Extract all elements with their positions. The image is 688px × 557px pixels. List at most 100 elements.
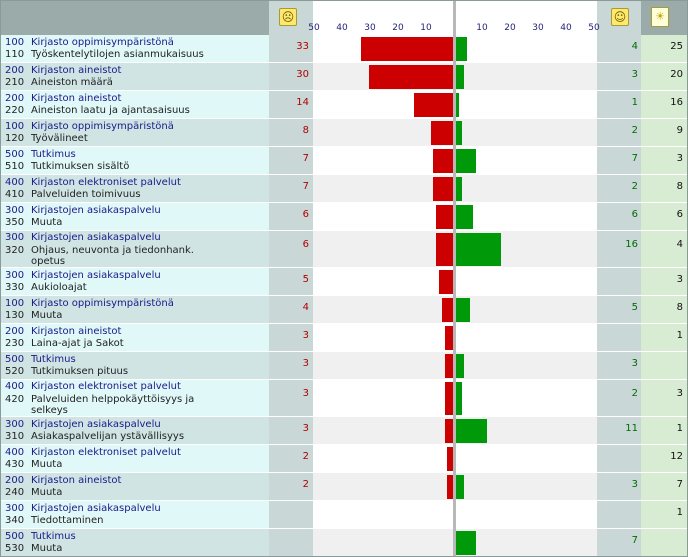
positive-count: 4 <box>597 35 641 63</box>
row-label: 300 Kirjastojen asiakaspalvelu 350 Muuta <box>1 203 269 231</box>
negative-count: 30 <box>269 63 313 91</box>
chart-row: 500 Tutkimus 520 Tutkimuksen pituus 3 3 <box>1 352 687 380</box>
chart-row: 200 Kirjaston aineistot 210 Aineiston määrä… <box>1 63 687 91</box>
category-code: 400 <box>5 447 25 458</box>
positive-bar <box>456 93 459 117</box>
subcategory-name: Aukioloajat <box>31 282 87 293</box>
axis-tick-label: 20 <box>392 23 404 33</box>
negative-count: 33 <box>269 35 313 63</box>
row-label: 500 Tutkimus 510 Tutkimuksen sisältö <box>1 147 269 175</box>
negative-count: 3 <box>269 380 313 417</box>
subcategory-line: 210 Aineiston määrä <box>5 77 113 88</box>
axis-tick-label: 10 <box>476 23 488 33</box>
axis-tick-label: 20 <box>504 23 516 33</box>
row-label: 100 Kirjasto oppimisympäristönä 130 Muuta <box>1 296 269 324</box>
subcategory-code: 230 <box>5 338 25 349</box>
subcategory-name: Tutkimuksen pituus <box>31 366 129 377</box>
category-line: 200 Kirjaston aineistot <box>5 93 121 104</box>
lightbulb-icon: ☀ <box>651 7 669 27</box>
axis-tick-label: 30 <box>364 23 376 33</box>
ideas-count: 1 <box>641 324 687 352</box>
subcategory-code: 350 <box>5 217 25 228</box>
chart-row: 300 Kirjastojen asiakaspalvelu 350 Muuta 6 6 6 <box>1 203 687 231</box>
header-label-column <box>1 1 269 35</box>
row-label: 200 Kirjaston aineistot 210 Aineiston määrä <box>1 63 269 91</box>
ideas-count <box>641 529 687 556</box>
chart-row: 400 Kirjaston elektroniset palvelut 410 Pal… <box>1 175 687 203</box>
negative-count: 6 <box>269 231 313 268</box>
ideas-count: 6 <box>641 203 687 231</box>
negative-count <box>269 501 313 529</box>
row-label: 300 Kirjastojen asiakaspalvelu 330 Aukioloa… <box>1 268 269 296</box>
category-line: 300 Kirjastojen asiakaspalvelu <box>5 205 161 216</box>
axis-tick-label: 10 <box>420 23 432 33</box>
negative-bar <box>444 382 453 415</box>
negative-bar <box>439 270 453 294</box>
chart-row: 100 Kirjasto oppimisympäristönä 130 Muuta 4 5… <box>1 296 687 324</box>
subcategory-code: 120 <box>5 133 25 144</box>
subcategory-code: 430 <box>5 459 25 470</box>
positive-count: 7 <box>597 147 641 175</box>
subcategory-line: 110 Työskentelytilojen asianmukaisuus <box>5 49 204 60</box>
ideas-count: 3 <box>641 268 687 296</box>
positive-bar <box>456 382 462 415</box>
axis-tick-label: 40 <box>336 23 348 33</box>
ideas-count: 16 <box>641 91 687 119</box>
category-line: 200 Kirjaston aineistot <box>5 65 121 76</box>
positive-bar <box>456 121 462 145</box>
positive-count: 2 <box>597 175 641 203</box>
positive-count: 16 <box>597 231 641 268</box>
category-name: Kirjaston aineistot <box>31 475 122 486</box>
subcategory-name: Tutkimuksen sisältö <box>31 161 130 172</box>
subcategory-name: Työvälineet <box>31 133 88 144</box>
ideas-count: 1 <box>641 417 687 445</box>
category-code: 300 <box>5 270 25 281</box>
negative-count: 2 <box>269 473 313 501</box>
negative-bar <box>433 177 453 201</box>
chart-body: 100 Kirjasto oppimisympäristönä 110 Työsken… <box>1 35 687 556</box>
subcategory-code: 110 <box>5 49 25 60</box>
category-line: 400 Kirjaston elektroniset palvelut <box>5 381 181 392</box>
row-label: 300 Kirjastojen asiakaspalvelu 320 Ohjaus, … <box>1 231 269 268</box>
subcategory-line: 330 Aukioloajat <box>5 282 87 293</box>
ideas-count <box>641 352 687 380</box>
negative-count: 3 <box>269 417 313 445</box>
positive-count: 5 <box>597 296 641 324</box>
subcategory-name: Tiedottaminen <box>31 515 104 526</box>
positive-bar <box>456 205 473 229</box>
chart-row: 400 Kirjaston elektroniset palvelut 430 Muu… <box>1 445 687 473</box>
category-code: 100 <box>5 37 25 48</box>
negative-count: 7 <box>269 147 313 175</box>
positive-bar <box>456 354 465 378</box>
category-code: 500 <box>5 354 25 365</box>
category-code: 100 <box>5 121 25 132</box>
ideas-count: 1 <box>641 501 687 529</box>
category-code: 500 <box>5 149 25 160</box>
category-line: 500 Tutkimus <box>5 149 76 160</box>
category-name: Kirjasto oppimisympäristönä <box>31 121 174 132</box>
row-label: 300 Kirjastojen asiakaspalvelu 310 Asiakasp… <box>1 417 269 445</box>
subcategory-code: 410 <box>5 189 25 200</box>
subcategory-code: 340 <box>5 515 25 526</box>
row-label: 400 Kirjaston elektroniset palvelut 430 Muu… <box>1 445 269 473</box>
axis-tick-label: 50 <box>588 23 600 33</box>
chart-row: 500 Tutkimus 530 Muuta 7 <box>1 529 687 556</box>
category-name: Kirjasto oppimisympäristönä <box>31 37 174 48</box>
category-line: 100 Kirjasto oppimisympäristönä <box>5 121 174 132</box>
category-code: 300 <box>5 205 25 216</box>
category-name: Tutkimus <box>31 354 76 365</box>
negative-count: 3 <box>269 324 313 352</box>
negative-count: 3 <box>269 352 313 380</box>
category-name: Kirjaston elektroniset palvelut <box>31 447 181 458</box>
chart-row: 300 Kirjastojen asiakaspalvelu 330 Aukioloa… <box>1 268 687 296</box>
row-label: 200 Kirjaston aineistot 220 Aineiston laatu… <box>1 91 269 119</box>
category-line: 300 Kirjastojen asiakaspalvelu <box>5 270 161 281</box>
category-line: 300 Kirjastojen asiakaspalvelu <box>5 503 161 514</box>
positive-bar <box>456 298 470 322</box>
chart-row: 300 Kirjastojen asiakaspalvelu 310 Asiakasp… <box>1 417 687 445</box>
subcategory-line: 420 Palveluiden helppokäyttöisyys ja <box>5 394 194 405</box>
negative-bar <box>413 93 453 117</box>
subcategory-line: opetus <box>5 256 65 267</box>
category-line: 100 Kirjasto oppimisympäristönä <box>5 37 174 48</box>
subcategory-code: 310 <box>5 431 25 442</box>
